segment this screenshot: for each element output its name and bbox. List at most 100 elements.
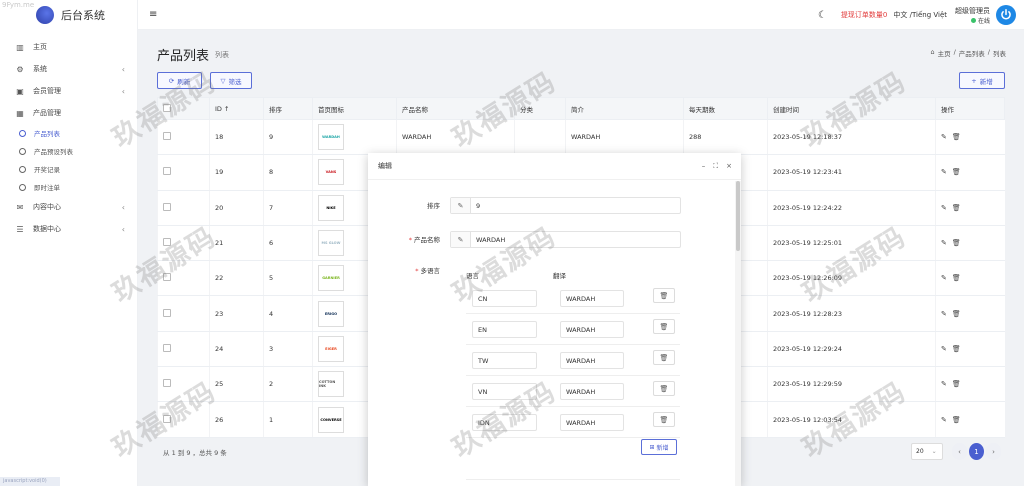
withdraw-order-alert[interactable]: 提现订单数量0 [841, 10, 887, 20]
translation-input[interactable]: WARDAH [560, 352, 624, 369]
delete-language-button[interactable]: 🗑 [653, 288, 675, 303]
sort-input[interactable]: ✎ 9 [450, 197, 681, 214]
moon-icon[interactable]: ☾ [818, 10, 827, 21]
col-created-at: 创建时间 [767, 97, 936, 120]
trash-icon[interactable]: 🗑 [952, 310, 961, 318]
chevron-left-icon: ‹ [121, 202, 125, 212]
row-select-cell[interactable] [157, 190, 210, 226]
trash-icon[interactable]: 🗑 [952, 204, 961, 212]
row-checkbox[interactable] [163, 414, 171, 423]
sidebar-item-bar-chart[interactable]: ▥ 主页 [0, 36, 137, 58]
row-checkbox[interactable] [163, 167, 171, 176]
breadcrumb-home[interactable]: 主页 [938, 48, 951, 58]
close-icon[interactable]: × [726, 162, 732, 171]
row-checkbox[interactable] [163, 343, 171, 352]
translation-input[interactable]: WARDAH [560, 321, 624, 338]
trash-icon[interactable]: 🗑 [952, 133, 961, 141]
row-select-cell[interactable] [157, 401, 210, 438]
row-select-cell[interactable] [157, 154, 210, 191]
col-id[interactable]: ID ↑ [209, 97, 264, 120]
language-code-input[interactable]: TW [472, 352, 537, 369]
sidebar-subitem[interactable]: 即时注单 [0, 178, 137, 196]
cell-id: 19 [209, 154, 264, 191]
cell-sort: 6 [263, 225, 313, 262]
edit-icon[interactable]: ✎ [941, 345, 947, 353]
trash-icon[interactable]: 🗑 [952, 168, 961, 176]
language-code-input[interactable]: VN [472, 383, 537, 400]
language-code-input[interactable]: CN [472, 290, 537, 307]
next-page-button[interactable]: › [986, 443, 1001, 460]
row-checkbox[interactable] [163, 202, 171, 211]
edit-icon[interactable]: ✎ [941, 204, 947, 212]
row-checkbox[interactable] [163, 132, 171, 141]
grid-icon: ▦ [16, 108, 24, 118]
page-number[interactable]: 1 [969, 443, 984, 460]
edit-icon[interactable]: ✎ [941, 168, 947, 176]
trash-icon[interactable]: 🗑 [952, 380, 961, 388]
sidebar-item-gear[interactable]: ⚙ 系统 ‹ [0, 58, 137, 80]
refresh-button[interactable]: ⟳ 刷新 [157, 72, 202, 89]
breadcrumb-product-list[interactable]: 产品列表 [959, 48, 985, 58]
translation-input[interactable]: WARDAH [560, 414, 624, 431]
select-all-cell[interactable] [157, 97, 210, 120]
cell-id: 26 [209, 401, 264, 438]
cell-actions: ✎ 🗑 [935, 401, 1005, 438]
row-select-cell[interactable] [157, 260, 210, 297]
delete-language-button[interactable]: 🗑 [653, 350, 675, 365]
row-select-cell[interactable] [157, 119, 210, 156]
sidebar-subitem[interactable]: 产品预设列表 [0, 142, 137, 160]
sidebar-item-label: 数据中心 [33, 225, 61, 233]
select-all-checkbox[interactable] [163, 103, 171, 112]
language-code-input[interactable]: IDN [472, 414, 537, 431]
row-select-cell[interactable] [157, 225, 210, 262]
page-subtitle: 列表 [215, 51, 229, 59]
scrollbar-thumb[interactable] [736, 181, 740, 251]
minimize-icon[interactable]: – [702, 162, 706, 171]
sidebar-subitem[interactable]: 开奖记录 [0, 160, 137, 178]
sidebar-subitem-label: 即时注单 [34, 184, 60, 192]
row-select-cell[interactable] [157, 295, 210, 332]
delete-language-button[interactable]: 🗑 [653, 412, 675, 427]
table-row[interactable]: 18 9 WARDAH WARDAH WARDAH 288 2023-05-19 12:18… [157, 119, 1005, 156]
sidebar-item-chat[interactable]: ✉ 内容中心 ‹ [0, 196, 137, 218]
delete-language-button[interactable]: 🗑 [653, 381, 675, 396]
language-code-input[interactable]: EN [472, 321, 537, 338]
translation-input[interactable]: WARDAH [560, 383, 624, 400]
add-button[interactable]: + 新增 [959, 72, 1005, 89]
prev-page-button[interactable]: ‹ [952, 443, 967, 460]
user-info[interactable]: 超级管理员 在线 [955, 6, 990, 25]
edit-icon[interactable]: ✎ [941, 380, 947, 388]
add-language-button[interactable]: ⊞ 新增 [641, 439, 677, 455]
maximize-icon[interactable]: ⛶ [713, 162, 718, 171]
row-checkbox[interactable] [163, 379, 171, 388]
hamburger-icon[interactable]: ≡ [149, 9, 157, 20]
trash-icon[interactable]: 🗑 [952, 416, 961, 424]
col-actions: 操作 [935, 97, 1005, 120]
language-switcher[interactable]: 中文 /Tiếng Việt [893, 10, 947, 20]
modal-scrollbar[interactable] [735, 181, 741, 486]
edit-icon[interactable]: ✎ [941, 274, 947, 282]
sidebar-item-grid[interactable]: ▦ 产品管理 [0, 102, 137, 124]
edit-icon[interactable]: ✎ [941, 416, 947, 424]
translation-input[interactable]: WARDAH [560, 290, 624, 307]
edit-icon[interactable]: ✎ [941, 133, 947, 141]
row-checkbox[interactable] [163, 273, 171, 282]
product-name-input[interactable]: ✎ WARDAH [450, 231, 681, 248]
row-checkbox[interactable] [163, 238, 171, 247]
sidebar-subitem[interactable]: 产品列表 [0, 124, 137, 142]
row-checkbox[interactable] [163, 308, 171, 317]
row-select-cell[interactable] [157, 331, 210, 368]
trash-icon[interactable]: 🗑 [952, 239, 961, 247]
edit-icon[interactable]: ✎ [941, 310, 947, 318]
filter-button[interactable]: ▽ 筛选 [210, 72, 252, 89]
sidebar-item-id-card[interactable]: ▣ 会员管理 ‹ [0, 80, 137, 102]
row-select-cell[interactable] [157, 366, 210, 403]
sidebar-item-database[interactable]: ☰ 数据中心 ‹ [0, 218, 137, 240]
edit-icon[interactable]: ✎ [941, 239, 947, 247]
avatar[interactable] [996, 5, 1016, 25]
trash-icon[interactable]: 🗑 [952, 274, 961, 282]
delete-language-button[interactable]: 🗑 [653, 319, 675, 334]
page-size-select[interactable]: 20 ⌄ [911, 443, 943, 460]
breadcrumb-separator: / [953, 48, 956, 56]
trash-icon[interactable]: 🗑 [952, 345, 961, 353]
